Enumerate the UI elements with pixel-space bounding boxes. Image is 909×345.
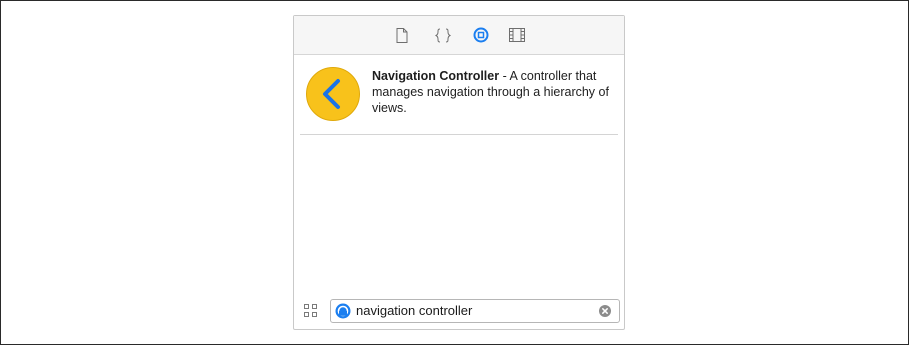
file-icon	[396, 27, 408, 43]
navigation-controller-icon	[306, 67, 360, 121]
object-filter-icon	[335, 303, 351, 319]
library-item-title: Navigation Controller	[372, 69, 500, 83]
grid-icon	[304, 304, 309, 309]
clear-icon[interactable]	[599, 305, 611, 317]
library-tab-bar	[294, 16, 624, 55]
library-panel: Navigation Controller - A controller tha…	[293, 15, 625, 330]
grid-view-toggle[interactable]	[304, 304, 318, 318]
tab-code-snippet[interactable]	[433, 25, 453, 45]
object-library-icon	[473, 27, 489, 43]
library-item-text: Navigation Controller - A controller tha…	[372, 68, 612, 116]
media-library-icon	[509, 28, 525, 42]
tab-file-template[interactable]	[392, 25, 412, 45]
tab-object-library[interactable]	[471, 25, 491, 45]
divider	[300, 134, 618, 135]
library-filter-bar	[294, 296, 624, 329]
filter-field[interactable]	[330, 299, 620, 323]
library-item-navigation-controller[interactable]: Navigation Controller - A controller tha…	[302, 64, 620, 142]
filter-input[interactable]	[356, 303, 586, 319]
tab-media-library[interactable]	[507, 25, 527, 45]
braces-icon	[435, 28, 451, 42]
